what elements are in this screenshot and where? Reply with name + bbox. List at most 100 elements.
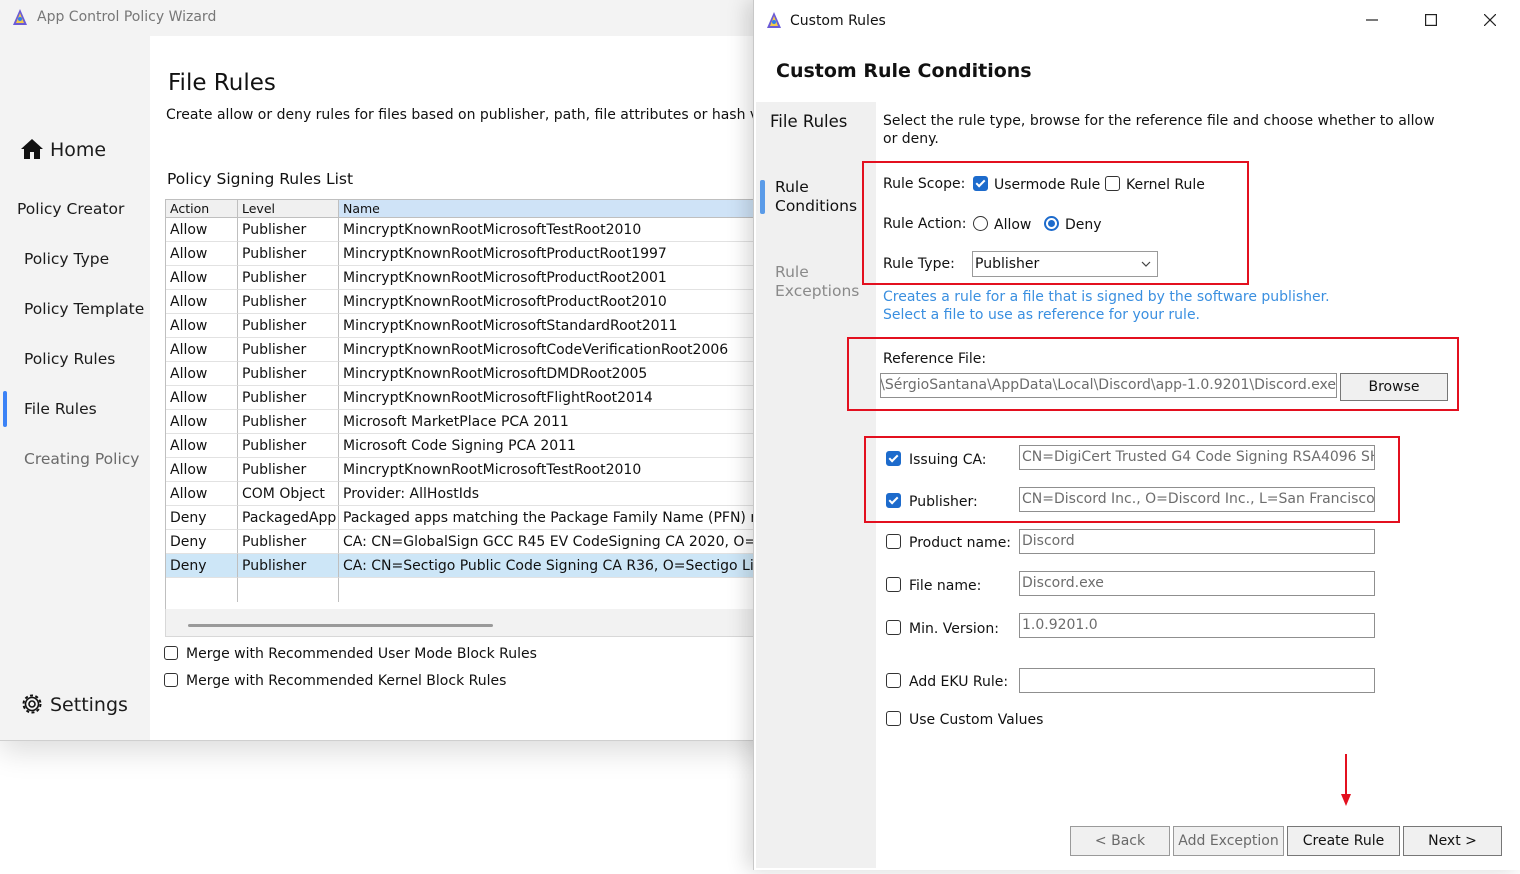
table-row[interactable]: Deny PackagedApp Packaged apps matching th…	[166, 506, 766, 530]
column-header-name[interactable]: Name	[339, 200, 766, 218]
cell-name: CA: CN=GlobalSign GCC R45 EV CodeSigning…	[339, 530, 766, 554]
cell-action: Allow	[166, 242, 238, 266]
deny-radio-circle[interactable]	[1044, 216, 1059, 231]
merge-kernel-checkbox[interactable]: Merge with Recommended Kernel Block Rule…	[164, 673, 506, 689]
table-row[interactable]: Allow Publisher Microsoft MarketPlace PCA …	[166, 410, 766, 434]
table-row[interactable]: Deny Publisher CA: CN=GlobalSign GCC R45 E…	[166, 530, 766, 554]
usermode-rule-box[interactable]	[973, 176, 988, 191]
cell-name: MincryptKnownRootMicrosoftCodeVerificati…	[339, 338, 766, 362]
cell-level: Publisher	[238, 314, 339, 338]
table-row-empty[interactable]	[166, 578, 766, 602]
minimize-button[interactable]	[1357, 8, 1387, 34]
scrollbar-thumb[interactable]	[188, 624, 493, 627]
issuing-ca-box[interactable]	[886, 451, 901, 466]
next-button[interactable]: Next >	[1403, 826, 1502, 856]
add-eku-input[interactable]	[1019, 668, 1375, 693]
cell-name: MincryptKnownRootMicrosoftTestRoot2010	[339, 218, 766, 242]
step-rule-conditions[interactable]: Rule Conditions	[775, 178, 857, 216]
reference-file-input[interactable]: sers\SérgioSantana\AppData\Local\Discord…	[880, 373, 1337, 398]
nav-policy-type[interactable]: Policy Type	[24, 250, 109, 268]
min-version-input[interactable]: 1.0.9201.0	[1019, 613, 1375, 638]
cell-action: Deny	[166, 506, 238, 530]
publisher-checkbox[interactable]: Publisher:	[886, 493, 978, 510]
table-row[interactable]: Allow Publisher MincryptKnownRootMicrosoft…	[166, 338, 766, 362]
nav-settings[interactable]: Settings	[20, 692, 128, 716]
table-row[interactable]: Allow Publisher MincryptKnownRootMicrosoft…	[166, 242, 766, 266]
step-rule-exceptions[interactable]: Rule Exceptions	[775, 263, 859, 301]
table-row[interactable]: Allow Publisher MincryptKnownRootMicrosoft…	[166, 362, 766, 386]
browse-button[interactable]: Browse	[1340, 373, 1448, 401]
table-row[interactable]: Allow Publisher MincryptKnownRootMicrosoft…	[166, 386, 766, 410]
nav-creating-policy[interactable]: Creating Policy	[24, 450, 139, 468]
allow-radio-circle[interactable]	[973, 216, 988, 231]
file-name-box[interactable]	[886, 577, 901, 592]
maximize-button[interactable]	[1416, 8, 1446, 34]
instructions-line1: Select the rule type, browse for the ref…	[883, 113, 1435, 129]
nav-settings-label: Settings	[50, 694, 128, 716]
main-window-title: App Control Policy Wizard	[37, 9, 217, 25]
product-name-checkbox[interactable]: Product name:	[886, 534, 1011, 551]
table-row[interactable]: Allow Publisher MincryptKnownRootMicrosoft…	[166, 218, 766, 242]
nav-policy-template[interactable]: Policy Template	[24, 300, 144, 318]
min-version-box[interactable]	[886, 620, 901, 635]
min-version-checkbox[interactable]: Min. Version:	[886, 620, 999, 637]
table-row[interactable]: Deny Publisher CA: CN=Sectigo Public Code …	[166, 554, 766, 578]
custom-rules-dialog: Custom Rules Custom Rule Conditions File…	[753, 0, 1520, 870]
horizontal-scrollbar[interactable]	[165, 609, 765, 637]
nav-home[interactable]: Home	[20, 138, 106, 161]
step-active-indicator	[760, 180, 765, 214]
empty-cell	[238, 578, 339, 602]
add-exception-button[interactable]: Add Exception	[1173, 826, 1284, 856]
dialog-step-sidebar: File Rules Rule Conditions Rule Exceptio…	[756, 102, 876, 868]
add-eku-checkbox[interactable]: Add EKU Rule:	[886, 673, 1008, 690]
step-rule-exceptions-line1: Rule	[775, 263, 809, 281]
table-row[interactable]: Allow Publisher MincryptKnownRootMicrosoft…	[166, 290, 766, 314]
table-row[interactable]: Allow Publisher Microsoft Code Signing PCA…	[166, 434, 766, 458]
empty-cell	[339, 578, 766, 602]
merge-user-mode-box[interactable]	[164, 646, 178, 660]
file-name-input[interactable]: Discord.exe	[1019, 571, 1375, 596]
kernel-rule-checkbox[interactable]: Kernel Rule	[1105, 176, 1205, 193]
publisher-box[interactable]	[886, 493, 901, 508]
nav-policy-rules[interactable]: Policy Rules	[24, 350, 115, 368]
deny-radio[interactable]: Deny	[1044, 216, 1102, 233]
use-custom-values-checkbox[interactable]: Use Custom Values	[886, 711, 1043, 728]
create-rule-button[interactable]: Create Rule	[1287, 826, 1400, 856]
nav-file-rules[interactable]: File Rules	[24, 400, 97, 418]
cell-action: Allow	[166, 290, 238, 314]
rule-scope-label: Rule Scope:	[883, 176, 966, 192]
file-name-checkbox[interactable]: File name:	[886, 577, 981, 594]
close-icon	[1483, 13, 1497, 27]
cell-action: Allow	[166, 338, 238, 362]
table-row[interactable]: Allow COM Object Provider: AllHostIds	[166, 482, 766, 506]
step-file-rules[interactable]: File Rules	[770, 112, 847, 131]
column-header-level[interactable]: Level	[238, 200, 339, 218]
cell-name: CA: CN=Sectigo Public Code Signing CA R3…	[339, 554, 766, 578]
kernel-rule-box[interactable]	[1105, 176, 1120, 191]
allow-radio[interactable]: Allow	[973, 216, 1031, 233]
table-row[interactable]: Allow Publisher MincryptKnownRootMicrosoft…	[166, 458, 766, 482]
product-name-input[interactable]: Discord	[1019, 529, 1375, 554]
product-name-box[interactable]	[886, 534, 901, 549]
back-button[interactable]: < Back	[1070, 826, 1170, 856]
usermode-rule-checkbox[interactable]: Usermode Rule	[973, 176, 1100, 193]
rules-table[interactable]: Action Level Name Allow Publisher Mincrypt…	[165, 199, 766, 610]
cell-name: Packaged apps matching the Package Famil…	[339, 506, 766, 530]
publisher-input[interactable]: CN=Discord Inc., O=Discord Inc., L=San F…	[1019, 487, 1375, 512]
dialog-heading: Custom Rule Conditions	[776, 60, 1032, 82]
close-button[interactable]	[1475, 8, 1505, 34]
issuing-ca-checkbox[interactable]: Issuing CA:	[886, 451, 987, 468]
merge-kernel-box[interactable]	[164, 673, 178, 687]
issuing-ca-input[interactable]: CN=DigiCert Trusted G4 Code Signing RSA4…	[1019, 445, 1375, 470]
cell-name: Provider: AllHostIds	[339, 482, 766, 506]
table-row[interactable]: Allow Publisher MincryptKnownRootMicrosoft…	[166, 314, 766, 338]
nav-policy-creator[interactable]: Policy Creator	[17, 200, 124, 218]
cell-action: Allow	[166, 482, 238, 506]
use-custom-values-box[interactable]	[886, 711, 901, 726]
add-eku-box[interactable]	[886, 673, 901, 688]
maximize-icon	[1425, 14, 1438, 27]
rule-type-select[interactable]: Publisher	[972, 251, 1158, 277]
column-header-action[interactable]: Action	[166, 200, 238, 218]
table-row[interactable]: Allow Publisher MincryptKnownRootMicrosoft…	[166, 266, 766, 290]
merge-user-mode-checkbox[interactable]: Merge with Recommended User Mode Block R…	[164, 646, 537, 662]
